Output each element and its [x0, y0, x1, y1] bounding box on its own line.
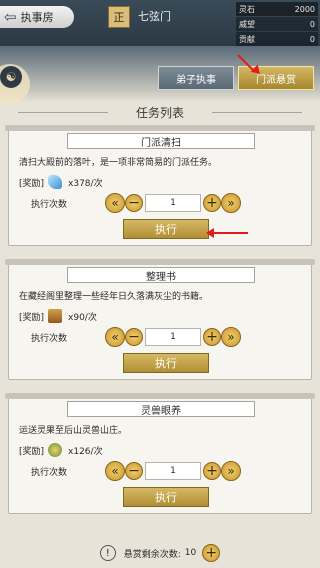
task-title: 门派清扫 — [67, 133, 255, 149]
plus-icon[interactable]: + — [203, 194, 221, 212]
task-desc: 运送灵果至后山灵兽山庄。 — [19, 426, 128, 436]
stat-row-prestige: 威望 0 — [236, 17, 318, 31]
sect-name: 七弦门 — [138, 10, 171, 23]
plus-icon[interactable]: + — [203, 462, 221, 480]
execute-button[interactable]: 执行 — [123, 219, 209, 239]
count-value[interactable]: 1 — [145, 328, 201, 346]
reward-label: [奖励] — [19, 178, 45, 189]
double-left-icon[interactable]: « — [105, 461, 125, 481]
stat-row-spirit-stone: 灵石 2000 — [236, 2, 318, 16]
task-card: 门派清扫 清扫大殿前的落叶，是一项非常简易的门派任务。 [奖励] x378/次 … — [5, 125, 315, 246]
book-icon — [48, 309, 63, 323]
stat-label: 威望 — [239, 19, 255, 29]
plus-icon[interactable]: + — [203, 328, 221, 346]
annotation-arrow-icon — [206, 228, 214, 238]
resource-panel: 灵石 2000 威望 0 贡献 0 — [236, 2, 318, 47]
herb-icon — [48, 443, 63, 457]
task-desc: 在藏经阁里整理一些经年日久落满灰尘的书籍。 — [19, 292, 209, 302]
quantity-stepper: « − 1 + » — [105, 461, 241, 481]
reward-label: [奖励] — [19, 312, 45, 323]
times-label: 执行次数 — [31, 334, 68, 344]
task-title: 整理书 — [67, 267, 255, 283]
bounty-remaining-label: 悬赏剩余次数: — [123, 549, 181, 560]
add-bounty-icon[interactable]: + — [202, 544, 221, 562]
stat-value: 0 — [309, 19, 315, 29]
back-label: 执事房 — [20, 11, 54, 24]
stat-row-contribution: 贡献 0 — [236, 32, 318, 46]
times-label: 执行次数 — [31, 468, 68, 478]
stat-label: 贡献 — [239, 34, 255, 44]
task-reward: [奖励] x378/次 — [19, 175, 103, 189]
task-title: 灵兽眼养 — [67, 401, 255, 417]
tab-disciple-duty[interactable]: 弟子执事 — [158, 66, 234, 90]
spirit-crystal-icon — [48, 175, 63, 189]
stat-value: 0 — [309, 34, 315, 44]
stat-label: 灵石 — [239, 4, 255, 14]
stat-value: 2000 — [294, 4, 315, 14]
double-left-icon[interactable]: « — [105, 327, 125, 347]
double-right-icon[interactable]: » — [221, 327, 241, 347]
minus-icon[interactable]: − — [125, 194, 143, 212]
tab-sect-bounty[interactable]: 门派悬赏 — [238, 66, 314, 90]
sect-emblem-icon[interactable]: ☯ — [0, 66, 22, 88]
annotation-line — [212, 232, 248, 234]
reward-label: [奖励] — [19, 446, 45, 457]
task-reward: [奖励] x90/次 — [19, 309, 97, 323]
task-reward: [奖励] x126/次 — [19, 443, 103, 457]
minus-icon[interactable]: − — [125, 328, 143, 346]
count-value[interactable]: 1 — [145, 194, 201, 212]
double-right-icon[interactable]: » — [221, 193, 241, 213]
minus-icon[interactable]: − — [125, 462, 143, 480]
reward-amount: x90/次 — [68, 312, 97, 323]
reward-amount: x378/次 — [68, 178, 103, 189]
quantity-stepper: « − 1 + » — [105, 327, 241, 347]
task-desc: 清扫大殿前的落叶，是一项非常简易的门派任务。 — [19, 158, 218, 168]
task-list-title: 任务列表 — [0, 100, 320, 124]
count-value[interactable]: 1 — [145, 462, 201, 480]
reward-amount: x126/次 — [68, 446, 103, 457]
double-right-icon[interactable]: » — [221, 461, 241, 481]
back-arrow-icon: ⇦ — [4, 8, 17, 26]
execute-button[interactable]: 执行 — [123, 487, 209, 507]
bounty-remaining-value: 10 — [184, 548, 197, 558]
bounty-remaining-bar: ! 悬赏剩余次数: 10 + — [0, 538, 320, 568]
sect-badge: 正 — [108, 6, 130, 28]
info-icon: ! — [99, 545, 116, 561]
task-card: 灵兽眼养 运送灵果至后山灵兽山庄。 [奖励] x126/次 执行次数 « − 1… — [5, 393, 315, 514]
quantity-stepper: « − 1 + » — [105, 193, 241, 213]
task-card: 整理书 在藏经阁里整理一些经年日久落满灰尘的书籍。 [奖励] x90/次 执行次… — [5, 259, 315, 380]
double-left-icon[interactable]: « — [105, 193, 125, 213]
header-bar: ⇦ 执事房 正 七弦门 灵石 2000 威望 0 贡献 0 — [0, 0, 320, 46]
times-label: 执行次数 — [31, 200, 68, 210]
back-button[interactable]: ⇦ 执事房 — [0, 6, 74, 28]
execute-button[interactable]: 执行 — [123, 353, 209, 373]
